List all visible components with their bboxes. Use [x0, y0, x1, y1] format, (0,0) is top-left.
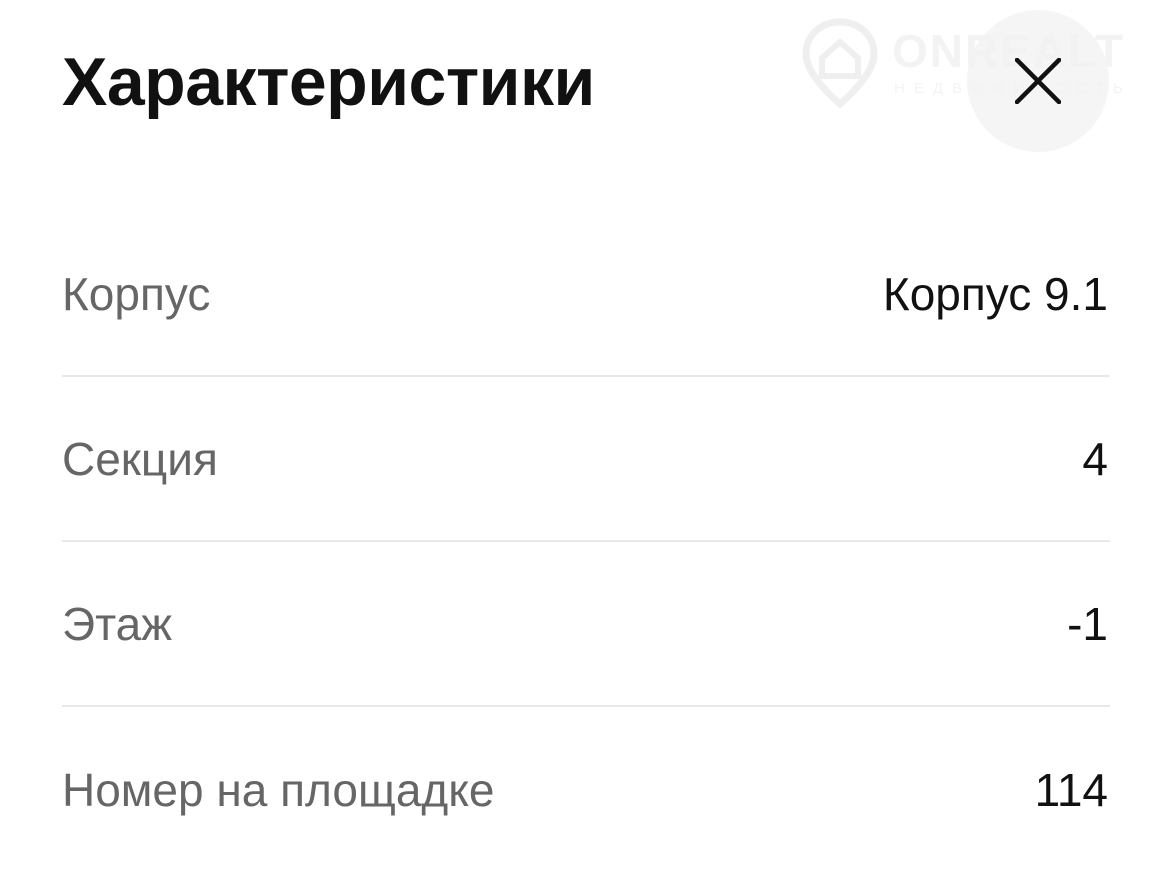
- characteristic-label: Этаж: [62, 597, 172, 650]
- sheet-header: Характеристики ONREALT НЕДВИЖИМОСТЬ: [0, 0, 1170, 170]
- characteristic-row-platform-number: Номер на площадке 114: [62, 707, 1110, 872]
- characteristic-value: Корпус 9.1: [882, 267, 1108, 320]
- characteristic-label: Секция: [62, 432, 218, 485]
- characteristic-row-section: Секция 4: [62, 377, 1110, 542]
- characteristics-list: Корпус Корпус 9.1 Секция 4 Этаж -1 Номер…: [62, 212, 1110, 872]
- watermark-logo-icon: [802, 18, 878, 108]
- close-button[interactable]: [967, 10, 1109, 152]
- characteristic-value: 4: [1082, 432, 1108, 485]
- characteristic-row-floor: Этаж -1: [62, 542, 1110, 707]
- characteristic-value: 114: [1034, 763, 1108, 816]
- characteristic-row-building: Корпус Корпус 9.1: [62, 212, 1110, 377]
- characteristic-label: Корпус: [62, 267, 211, 320]
- close-icon: [1015, 58, 1061, 104]
- page-title: Характеристики: [62, 44, 595, 120]
- characteristic-label: Номер на площадке: [62, 763, 495, 816]
- characteristic-value: -1: [1067, 597, 1108, 650]
